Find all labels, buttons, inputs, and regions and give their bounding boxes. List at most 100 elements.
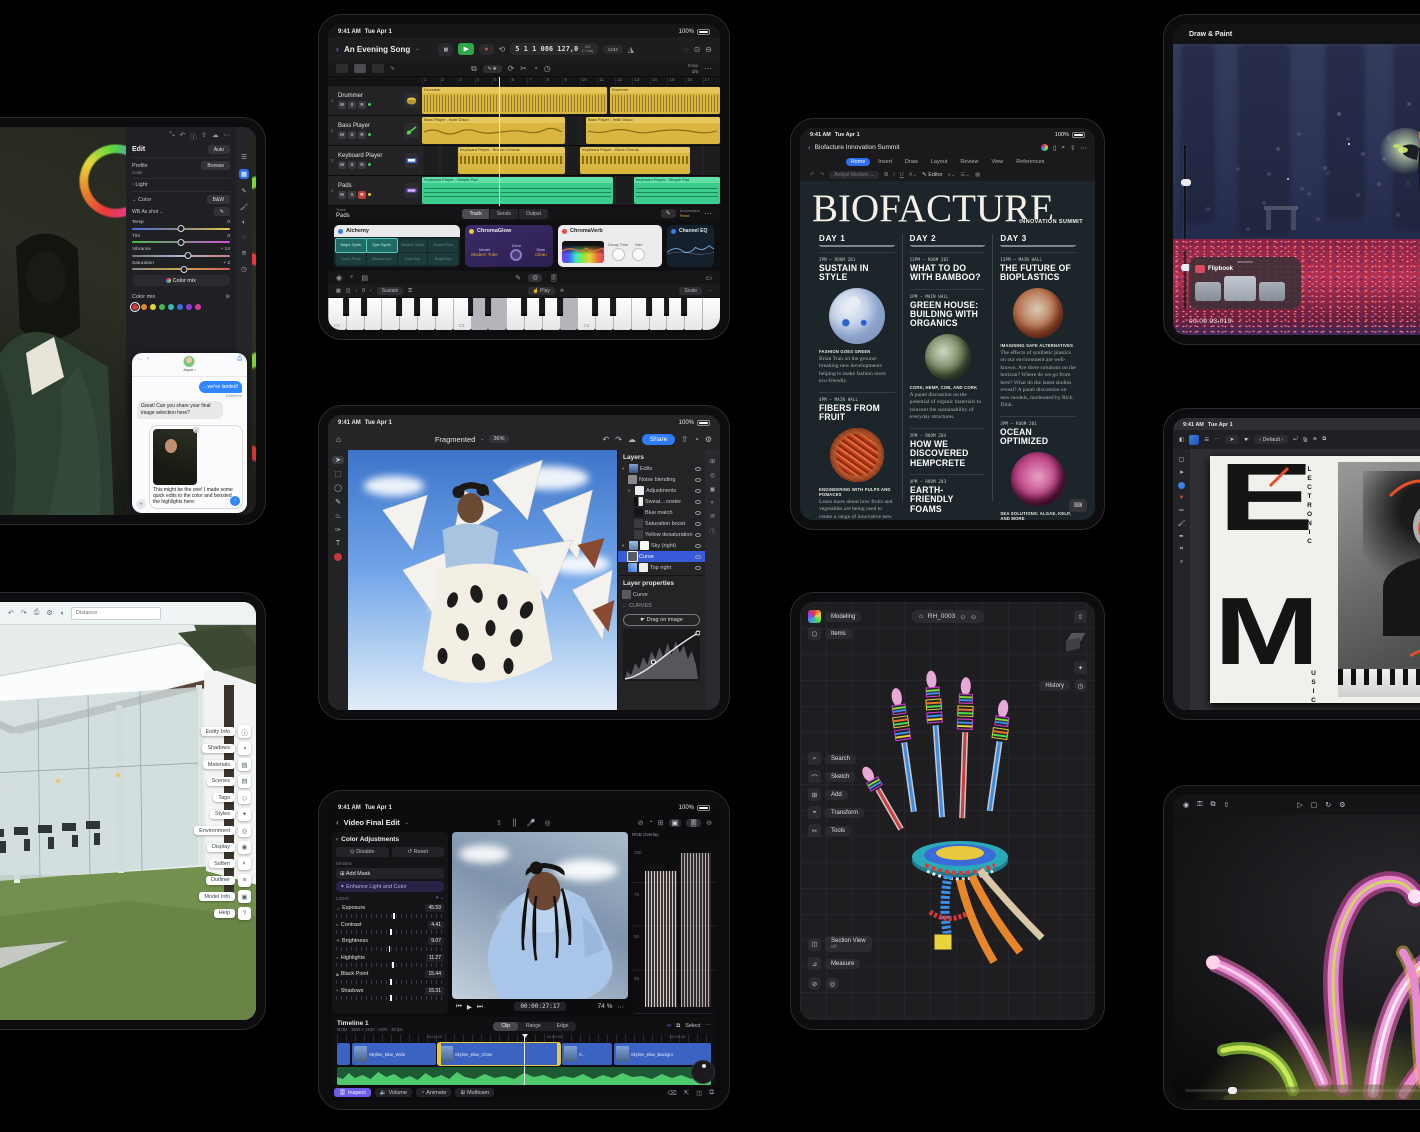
share-icon[interactable]: ⇧	[202, 131, 207, 141]
panel-button[interactable]: Styles✦	[210, 808, 251, 821]
select-tool-icon[interactable]: ▢	[1179, 456, 1185, 463]
brush-opacity-slider[interactable]	[1183, 250, 1187, 310]
viewer[interactable]	[452, 832, 628, 999]
eyedropper-tool-icon[interactable]: ✑	[335, 526, 341, 534]
close-icon[interactable]: ⊗	[225, 294, 230, 300]
tools-tool[interactable]: Tools	[825, 826, 851, 836]
redo-icon[interactable]: ↷	[820, 172, 825, 178]
piano-white-key[interactable]	[524, 298, 542, 330]
play-icon[interactable]: ▶	[467, 1003, 472, 1011]
help-icon[interactable]: ◔	[694, 435, 699, 444]
keyboard-toggle-button[interactable]: ⌨	[1069, 499, 1087, 512]
amp-icon[interactable]: ♆	[349, 274, 354, 281]
undo-icon[interactable]: ↶	[180, 131, 185, 141]
panel-button[interactable]: Environment◎	[194, 824, 251, 837]
undo-icon[interactable]: ↶	[603, 435, 610, 444]
bar-ruler[interactable]: 1234567891011121314151617	[328, 77, 720, 86]
layers-icon[interactable]: ⧉	[1210, 801, 1215, 809]
piano-white-key[interactable]	[346, 298, 364, 330]
panel-button[interactable]: Materials▨	[203, 758, 251, 771]
info-icon[interactable]: ⓘ	[190, 131, 197, 141]
playhead[interactable]	[499, 77, 500, 206]
share-button[interactable]: Share	[642, 434, 675, 445]
keys-icon[interactable]: ▦	[336, 288, 341, 294]
piano-white-key[interactable]	[488, 298, 506, 330]
more-icon[interactable]: ⋯	[705, 1023, 711, 1029]
cycle-icon[interactable]: ⟲	[499, 45, 506, 54]
transform-icon[interactable]: ⌖	[808, 806, 821, 819]
solo-button[interactable]: S	[348, 131, 356, 139]
region[interactable]: Keyboard Player - Block Chords	[580, 147, 690, 174]
document-name[interactable]: Fragmented	[435, 435, 475, 444]
masking-icon[interactable]: ◐	[242, 219, 246, 226]
panel-button[interactable]: Scenes▤	[207, 775, 251, 788]
visibility-icon[interactable]	[695, 489, 701, 493]
visibility-icon[interactable]	[695, 500, 701, 504]
track-name[interactable]: Drummer	[338, 93, 402, 99]
track-name[interactable]: Keyboard Player	[338, 153, 402, 159]
move-tool[interactable]: ➤	[1225, 435, 1240, 444]
brightness-slider[interactable]: ☀Brightness9.07	[336, 937, 444, 951]
transform-tool-icon[interactable]: ⬚	[335, 470, 342, 478]
multicam-button[interactable]: ⊞ Multicam	[455, 1088, 494, 1097]
solo-button[interactable]: S	[348, 191, 356, 199]
add-layer-icon[interactable]: ⊞	[710, 458, 715, 465]
stop-icon[interactable]: ▢	[1311, 801, 1318, 809]
video-call-icon[interactable]: ⎙	[237, 356, 242, 363]
visibility-icon[interactable]	[695, 544, 701, 548]
font-selector[interactable]: Antipol Medium ⌄	[829, 171, 879, 179]
layer-row[interactable]: ▾Edits	[618, 463, 705, 474]
lasso-tool-icon[interactable]: ◯	[334, 484, 342, 492]
bw-button[interactable]: B&W	[207, 195, 230, 204]
modeling-button[interactable]: Modeling	[825, 612, 861, 622]
poster-artboard[interactable]: E LECTRONIC M USIC	[1210, 456, 1420, 703]
palette-icon[interactable]	[1041, 144, 1048, 151]
compose-field[interactable]: ✕ This might be the one! I made some qui…	[149, 425, 243, 509]
heal-icon[interactable]: ◌	[242, 234, 246, 241]
track-name[interactable]: Pads	[338, 183, 402, 189]
foreground-color-swatch[interactable]	[334, 553, 342, 561]
home-icon[interactable]: ⌂	[336, 435, 341, 444]
layer-row[interactable]: Yellow desaturation	[618, 529, 705, 540]
shape-tool-icon[interactable]: ▼	[1179, 495, 1185, 501]
animation-canvas[interactable]: Flipbook 00:00:03.019	[1173, 44, 1420, 335]
more-icon[interactable]: ⋯	[137, 356, 143, 363]
more-icon[interactable]: ⋯	[707, 288, 712, 294]
transform-tool[interactable]: Transform	[825, 808, 864, 818]
layer-row[interactable]: Sweat…ooster	[618, 496, 705, 507]
isolate-icon[interactable]: ⊘	[808, 977, 821, 990]
share-icon[interactable]: ⇧	[1070, 144, 1075, 152]
visibility-icon[interactable]	[695, 478, 701, 482]
auto-button[interactable]: Auto	[208, 145, 230, 154]
minimize-icon[interactable]: ⊖	[705, 45, 712, 54]
layer-row[interactable]: ▾Adjustments	[618, 485, 705, 496]
drag-handle[interactable]	[1237, 261, 1253, 263]
mixer-icon[interactable]: 🎚	[549, 274, 558, 282]
color-mix-button[interactable]: Color mix	[132, 275, 230, 286]
preset-cell[interactable]: Bright Arp	[428, 253, 458, 266]
brush-tool-icon[interactable]: 🖌	[1178, 520, 1186, 527]
wb-value[interactable]: As shot	[141, 209, 158, 215]
velocity-tool-icon[interactable]: ◷	[544, 64, 551, 73]
presets-icon[interactable]: ▦	[239, 169, 249, 179]
frame-thumbnail-active[interactable]	[1224, 276, 1256, 301]
drummer-icon[interactable]	[404, 93, 419, 108]
ribbon-tab[interactable]: View	[986, 158, 1008, 166]
add-icon[interactable]: ⊞	[808, 788, 821, 801]
black-point-slider[interactable]: ◙Black Point15.44	[336, 970, 444, 984]
piano-white-key[interactable]	[417, 298, 435, 330]
notifications-icon[interactable]: ◖	[60, 610, 64, 617]
mic-icon[interactable]: 🎤	[527, 819, 536, 827]
more-icon[interactable]: ⋯	[1081, 144, 1088, 152]
preset-cell[interactable]: Bright Synth	[336, 239, 366, 252]
contrast-slider[interactable]: ◐Contrast4.41	[336, 921, 444, 935]
measure-button[interactable]: Measure	[825, 959, 860, 969]
panel-button[interactable]: Soften◐	[209, 857, 251, 870]
prev-frame-icon[interactable]: ⏮	[456, 1003, 462, 1011]
visibility-icon[interactable]	[695, 566, 701, 570]
octave-up-icon[interactable]: ›	[370, 288, 372, 294]
wand-icon[interactable]: ✦ ⌄	[435, 895, 444, 901]
edit-icon[interactable]: ☰	[241, 153, 247, 161]
app-icon[interactable]	[808, 610, 821, 623]
contact-avatar[interactable]: Joyce ›	[183, 356, 196, 373]
